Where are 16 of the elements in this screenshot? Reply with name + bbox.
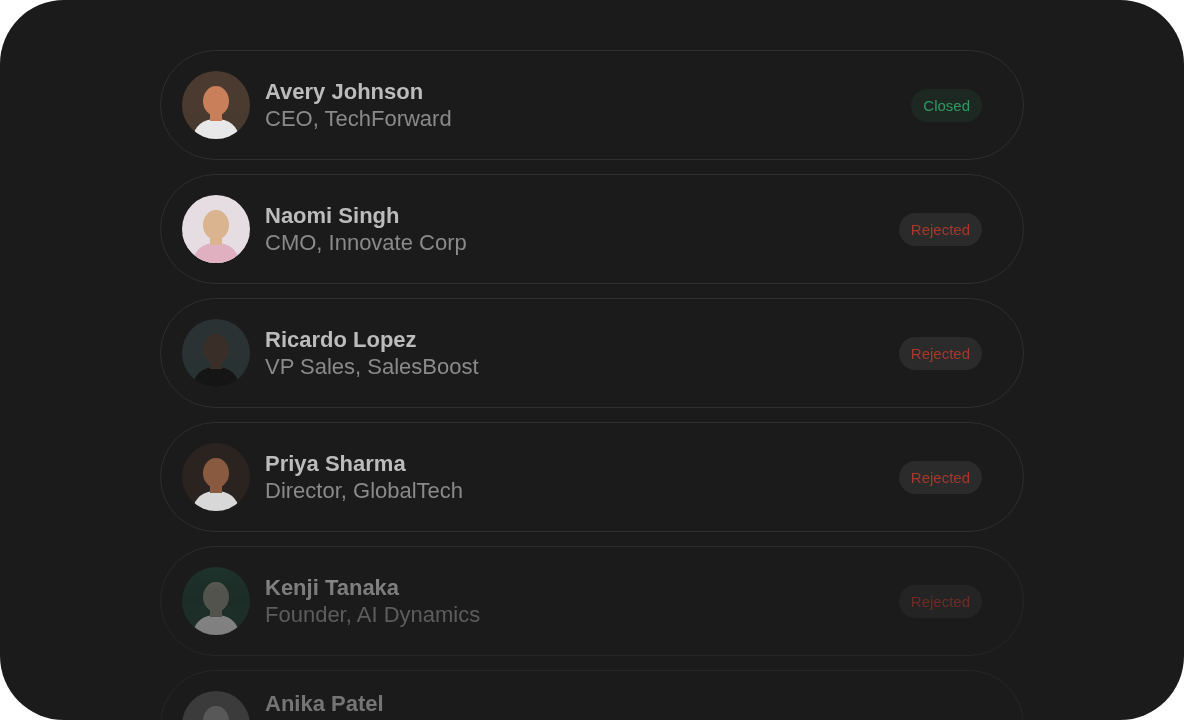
contact-name: Naomi Singh [265,202,401,228]
contact-role: CEO, TechForward [265,105,453,132]
contact-name: Avery Johnson [265,78,425,104]
status-badge: Rejected [898,212,982,246]
status-badge: Rejected [898,336,982,370]
contact-name: Kenji Tanaka [265,574,401,600]
contact-name: Priya Sharma [265,450,407,476]
contact-name: Anika Patel [265,691,385,716]
contact-role: CMO, Innovate Corp [265,229,468,256]
status-badge: Rejected [898,584,982,618]
status-badge: Closed [911,88,982,122]
contact-role: VP Sales, SalesBoost [265,353,480,380]
contact-role: Director, GlobalTech [265,477,465,504]
contact-name: Ricardo Lopez [265,326,418,352]
contact-role: Founder, AI Dynamics [265,601,482,628]
status-badge: Rejected [898,460,982,494]
